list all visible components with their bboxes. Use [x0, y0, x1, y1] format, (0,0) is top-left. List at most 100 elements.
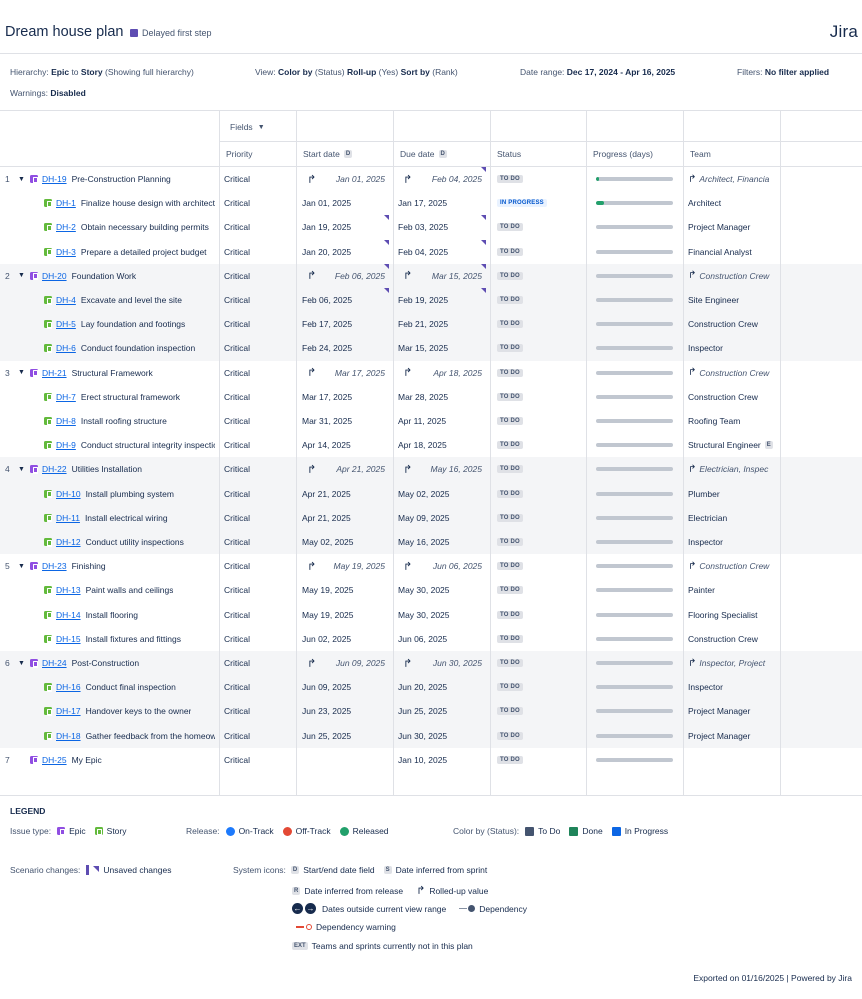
team-cell[interactable]: Construction Crew [688, 385, 780, 409]
start-date-cell[interactable]: Jun 25, 2025 [297, 724, 391, 748]
start-date-cell[interactable]: May 02, 2025 [297, 530, 391, 554]
chevron-down-icon[interactable]: ▼ [18, 457, 26, 481]
team-cell[interactable]: Site Engineer [688, 288, 780, 312]
priority-cell[interactable]: Critical [224, 361, 294, 385]
start-date-cell[interactable]: Feb 24, 2025 [297, 336, 391, 360]
status-cell[interactable]: TO DO [497, 578, 583, 602]
issue-key-link[interactable]: DH-12 [56, 537, 81, 547]
due-date-cell[interactable]: ↱ Jun 06, 2025 [394, 554, 488, 578]
due-date-cell[interactable]: Jun 30, 2025 [394, 724, 488, 748]
priority-cell[interactable]: Critical [224, 312, 294, 336]
status-cell[interactable]: TO DO [497, 627, 583, 651]
team-cell[interactable]: ↱ Construction Crew [688, 264, 780, 288]
status-cell[interactable]: TO DO [497, 167, 583, 191]
status-cell[interactable]: TO DO [497, 240, 583, 264]
status-cell[interactable]: TO DO [497, 530, 583, 554]
priority-cell[interactable]: Critical [224, 385, 294, 409]
story-row[interactable]: DH-11 Install electrical wiring Critical… [0, 505, 862, 530]
start-date-cell[interactable]: May 19, 2025 [297, 603, 391, 627]
team-cell[interactable]: ↱ Construction Crew [688, 361, 780, 385]
due-date-cell[interactable]: ↱ Feb 04, 2025 [394, 167, 488, 191]
due-date-cell[interactable]: May 30, 2025 [394, 578, 488, 602]
start-date-cell[interactable]: Jun 02, 2025 [297, 627, 391, 651]
issue-key-link[interactable]: DH-14 [56, 610, 81, 620]
story-row[interactable]: DH-12 Conduct utility inspections Critic… [0, 530, 862, 555]
start-date-cell[interactable]: Apr 21, 2025 [297, 482, 391, 506]
priority-cell[interactable]: Critical [224, 627, 294, 651]
team-cell[interactable]: Inspector [688, 530, 780, 554]
story-row[interactable]: DH-5 Lay foundation and footings Critica… [0, 312, 862, 337]
chevron-down-icon[interactable]: ▼ [18, 167, 26, 191]
due-date-cell[interactable]: Jan 17, 2025 [394, 191, 488, 215]
status-column-header[interactable]: Status [490, 142, 586, 167]
issue-key-link[interactable]: DH-6 [56, 343, 76, 353]
story-row[interactable]: DH-17 Handover keys to the owner Critica… [0, 699, 862, 724]
priority-cell[interactable]: Critical [224, 409, 294, 433]
team-cell[interactable]: Financial Analyst [688, 240, 780, 264]
priority-cell[interactable]: Critical [224, 457, 294, 481]
priority-cell[interactable]: Critical [224, 651, 294, 675]
start-date-cell[interactable]: Jun 09, 2025 [297, 675, 391, 699]
status-cell[interactable]: TO DO [497, 336, 583, 360]
due-date-cell[interactable]: Feb 19, 2025 [394, 288, 488, 312]
priority-cell[interactable]: Critical [224, 288, 294, 312]
issue-key-link[interactable]: DH-24 [42, 658, 67, 668]
fields-button[interactable]: Fields ▼ [230, 122, 265, 132]
due-date-cell[interactable]: Apr 11, 2025 [394, 409, 488, 433]
start-date-cell[interactable]: Jan 01, 2025 [297, 191, 391, 215]
priority-cell[interactable]: Critical [224, 433, 294, 457]
team-cell[interactable]: Inspector [688, 675, 780, 699]
progress-column-header[interactable]: Progress (days) [586, 142, 683, 167]
issue-key-link[interactable]: DH-17 [56, 706, 81, 716]
team-column-header[interactable]: Team [683, 142, 780, 167]
issue-key-link[interactable]: DH-15 [56, 634, 81, 644]
priority-cell[interactable]: Critical [224, 167, 294, 191]
priority-cell[interactable]: Critical [224, 264, 294, 288]
team-cell[interactable]: Architect [688, 191, 780, 215]
team-cell[interactable]: Inspector [688, 336, 780, 360]
due-date-cell[interactable]: May 02, 2025 [394, 482, 488, 506]
issue-key-link[interactable]: DH-22 [42, 464, 67, 474]
start-date-cell[interactable]: ↱ Apr 21, 2025 [297, 457, 391, 481]
priority-cell[interactable]: Critical [224, 506, 294, 530]
story-row[interactable]: DH-18 Gather feedback from the homeowner… [0, 723, 862, 748]
priority-cell[interactable]: Critical [224, 191, 294, 215]
team-cell[interactable] [688, 748, 780, 772]
priority-cell[interactable]: Critical [224, 675, 294, 699]
priority-cell[interactable]: Critical [224, 240, 294, 264]
priority-cell[interactable]: Critical [224, 215, 294, 239]
scenario-selector[interactable]: Delayed first step [130, 28, 212, 38]
start-date-cell[interactable]: May 19, 2025 [297, 578, 391, 602]
issue-key-link[interactable]: DH-18 [56, 731, 81, 741]
start-date-cell[interactable]: ↱ Feb 06, 2025 [297, 263, 391, 288]
story-row[interactable]: DH-16 Conduct final inspection Critical J… [0, 675, 862, 700]
status-cell[interactable]: TO DO [497, 385, 583, 409]
status-cell[interactable]: TO DO [497, 409, 583, 433]
chevron-down-icon[interactable]: ▼ [18, 554, 26, 578]
team-cell[interactable]: Painter [688, 578, 780, 602]
due-date-cell[interactable]: ↱ May 16, 2025 [394, 457, 488, 481]
due-date-cell[interactable]: ↱ Apr 18, 2025 [394, 361, 488, 385]
status-cell[interactable]: TO DO [497, 288, 583, 312]
issue-key-link[interactable]: DH-3 [56, 247, 76, 257]
story-row[interactable]: DH-15 Install fixtures and fittings Crit… [0, 627, 862, 651]
team-cell[interactable]: ↱ Electrician, Inspec [688, 457, 780, 481]
status-cell[interactable]: TO DO [497, 312, 583, 336]
issue-key-link[interactable]: DH-16 [56, 682, 81, 692]
team-cell[interactable]: Project Manager [688, 699, 780, 723]
due-date-cell[interactable]: ↱ Jun 30, 2025 [394, 651, 488, 675]
start-date-cell[interactable]: ↱ Jun 09, 2025 [297, 651, 391, 675]
priority-cell[interactable]: Critical [224, 554, 294, 578]
start-date-cell[interactable] [297, 748, 391, 772]
chevron-down-icon[interactable]: ▼ [18, 651, 26, 675]
start-date-cell[interactable]: Apr 21, 2025 [297, 506, 391, 530]
status-cell[interactable]: TO DO [497, 264, 583, 288]
issue-key-link[interactable]: DH-11 [56, 513, 80, 523]
start-date-cell[interactable]: ↱ Jan 01, 2025 [297, 167, 391, 191]
story-row[interactable]: DH-6 Conduct foundation inspection Criti… [0, 336, 862, 361]
issue-key-link[interactable]: DH-13 [56, 585, 81, 595]
issue-key-link[interactable]: DH-10 [56, 489, 81, 499]
chevron-down-icon[interactable]: ▼ [18, 264, 26, 288]
team-cell[interactable]: Structural Engineer E [688, 433, 780, 457]
due-date-cell[interactable]: May 09, 2025 [394, 506, 488, 530]
